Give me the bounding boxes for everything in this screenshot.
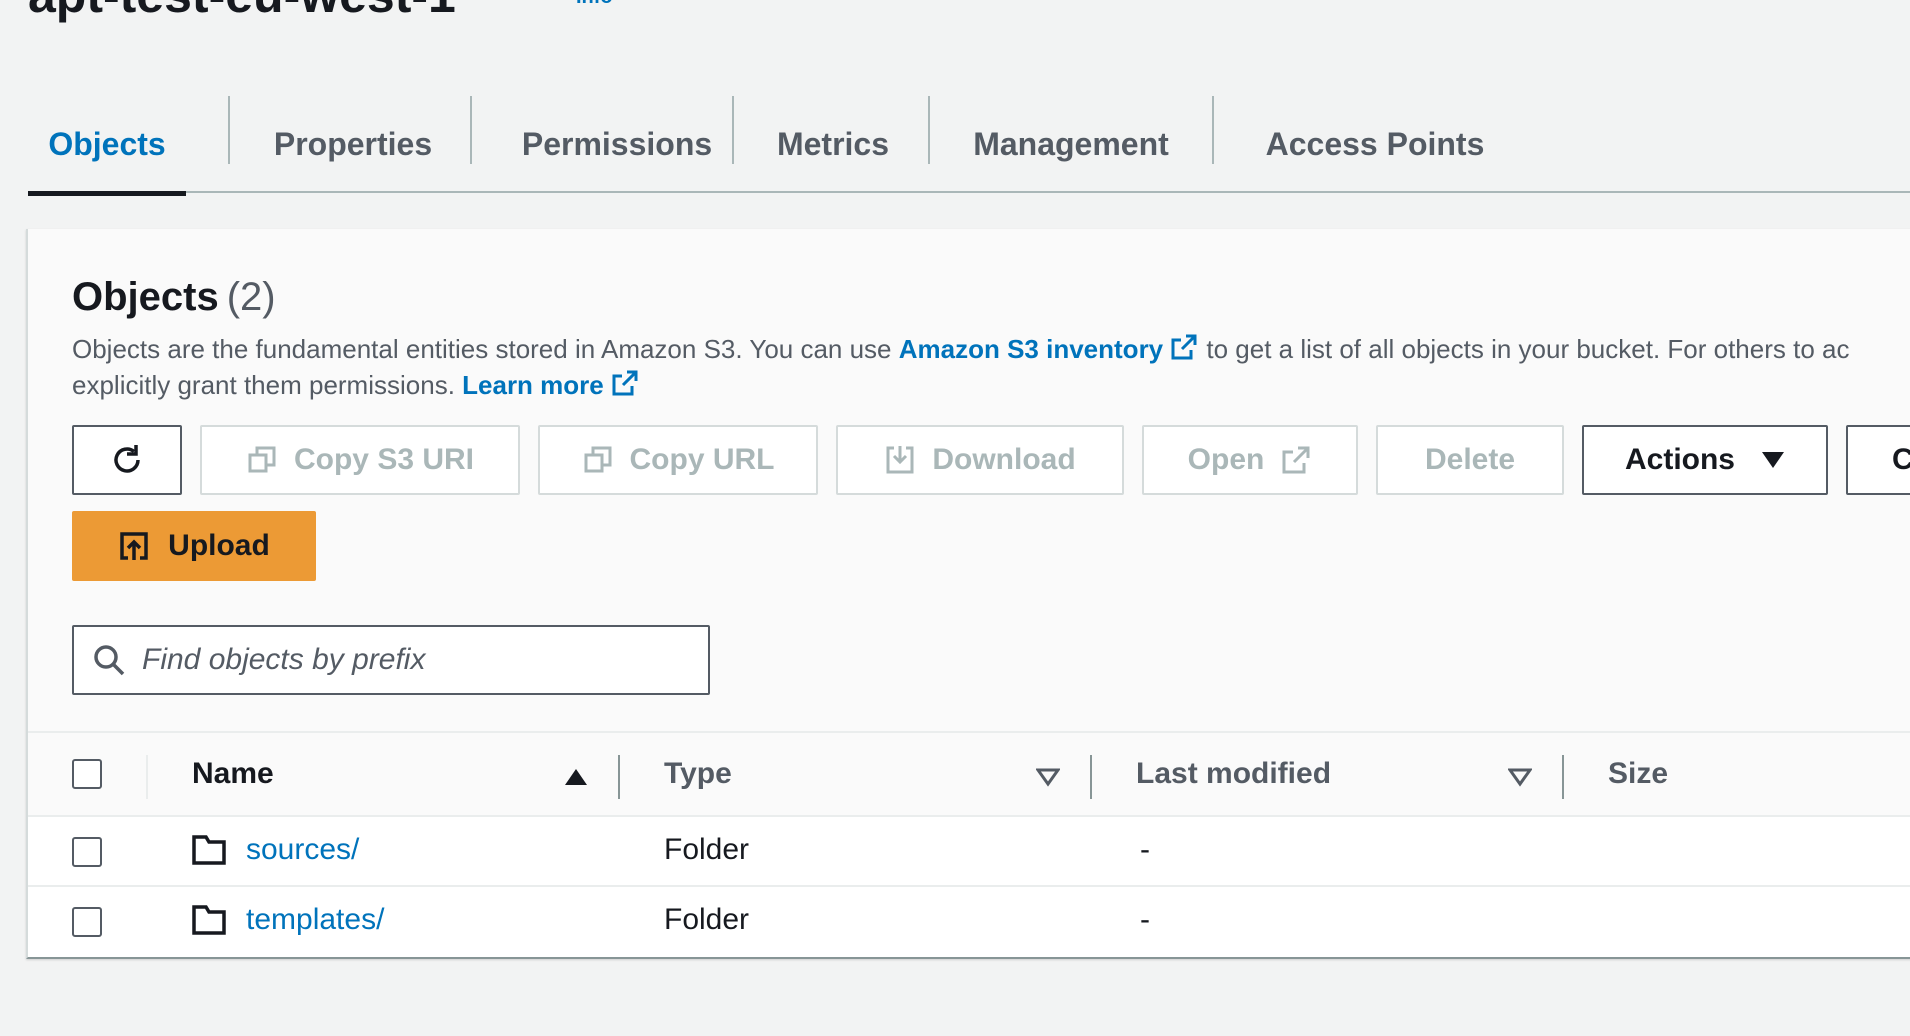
caret-down-icon xyxy=(1762,452,1784,468)
sort-icon[interactable] xyxy=(1036,767,1060,787)
s3-inventory-link[interactable]: Amazon S3 inventory xyxy=(899,334,1199,364)
tab-properties[interactable]: Properties xyxy=(230,96,476,193)
folder-icon xyxy=(192,835,226,865)
objects-description: Objects are the fundamental entities sto… xyxy=(72,331,1910,403)
upload-icon xyxy=(120,532,148,560)
search-box xyxy=(72,625,710,695)
folder-icon xyxy=(192,905,226,935)
select-all-checkbox[interactable] xyxy=(72,759,102,789)
copy-s3-uri-button[interactable]: Copy S3 URI xyxy=(200,425,520,495)
objects-panel: Objects (2) Objects are the fundamental e… xyxy=(26,229,1910,959)
copy-s3-uri-label: Copy S3 URI xyxy=(293,443,475,476)
refresh-icon xyxy=(114,445,140,473)
object-last-modified: - xyxy=(1140,903,1150,936)
copy-url-button[interactable]: Copy URL xyxy=(538,425,818,495)
tab-permissions[interactable]: Permissions xyxy=(472,96,762,193)
find-objects-input[interactable] xyxy=(142,643,702,677)
actions-dropdown[interactable]: Actions xyxy=(1582,425,1828,495)
column-divider xyxy=(146,755,148,799)
download-icon xyxy=(886,446,914,474)
upload-button[interactable]: Upload xyxy=(72,511,316,581)
column-divider xyxy=(618,755,620,799)
external-link-icon xyxy=(1282,446,1310,474)
description-text: to get a list of all objects in your buc… xyxy=(1199,334,1850,364)
download-button[interactable]: Download xyxy=(836,425,1124,495)
row-checkbox[interactable] xyxy=(72,837,102,867)
create-folder-label: Cr xyxy=(1892,443,1910,476)
delete-label: Delete xyxy=(1424,443,1516,476)
open-label: Open xyxy=(1187,443,1265,476)
s3-bucket-page: apt-test-eu-west-1 Info Objects Properti… xyxy=(0,0,1910,1036)
tab-access-points[interactable]: Access Points xyxy=(1214,96,1536,193)
column-divider xyxy=(1090,755,1092,799)
external-link-icon xyxy=(612,370,638,396)
table-row: sources/ Folder - xyxy=(28,817,1910,887)
bucket-tabs: Objects Properties Permissions Metrics M… xyxy=(28,96,1910,196)
table-row: templates/ Folder - xyxy=(28,887,1910,957)
object-last-modified: - xyxy=(1140,833,1150,866)
copy-url-label: Copy URL xyxy=(629,443,775,476)
create-folder-button[interactable]: Cr xyxy=(1846,425,1910,495)
sort-ascending-icon[interactable] xyxy=(564,767,588,787)
tab-management[interactable]: Management xyxy=(930,96,1212,193)
search-icon xyxy=(94,645,125,676)
delete-button[interactable]: Delete xyxy=(1376,425,1564,495)
description-text: explicitly grant them permissions. xyxy=(72,370,463,400)
refresh-button[interactable] xyxy=(72,425,182,495)
objects-count: (2) xyxy=(226,275,276,319)
column-divider xyxy=(1562,755,1564,799)
external-link-icon xyxy=(1171,334,1197,360)
description-text: Objects are the fundamental entities sto… xyxy=(72,334,899,364)
column-header-size[interactable]: Size xyxy=(1608,757,1668,791)
objects-heading: Objects (2) xyxy=(72,275,276,320)
info-link[interactable]: Info xyxy=(576,0,613,9)
tab-objects[interactable]: Objects xyxy=(28,96,186,196)
actions-label: Actions xyxy=(1624,443,1735,476)
column-header-type[interactable]: Type xyxy=(664,757,732,791)
objects-title: Objects xyxy=(72,275,219,319)
tab-metrics[interactable]: Metrics xyxy=(734,96,932,193)
table-header: Name Type Last modified Size xyxy=(28,731,1910,817)
copy-icon xyxy=(584,446,611,473)
object-type: Folder xyxy=(664,903,750,936)
learn-more-link[interactable]: Learn more xyxy=(462,370,640,400)
object-name-link[interactable]: templates/ xyxy=(246,903,384,937)
bucket-title: apt-test-eu-west-1 xyxy=(28,0,456,24)
download-label: Download xyxy=(932,443,1076,476)
copy-icon xyxy=(248,446,276,473)
column-header-name[interactable]: Name xyxy=(192,757,274,791)
open-button[interactable]: Open xyxy=(1142,425,1358,495)
sort-icon[interactable] xyxy=(1508,767,1532,787)
upload-label: Upload xyxy=(168,529,270,562)
column-header-last-modified[interactable]: Last modified xyxy=(1136,757,1331,791)
object-name-link[interactable]: sources/ xyxy=(246,833,359,867)
object-type: Folder xyxy=(664,833,750,866)
row-checkbox[interactable] xyxy=(72,907,102,937)
